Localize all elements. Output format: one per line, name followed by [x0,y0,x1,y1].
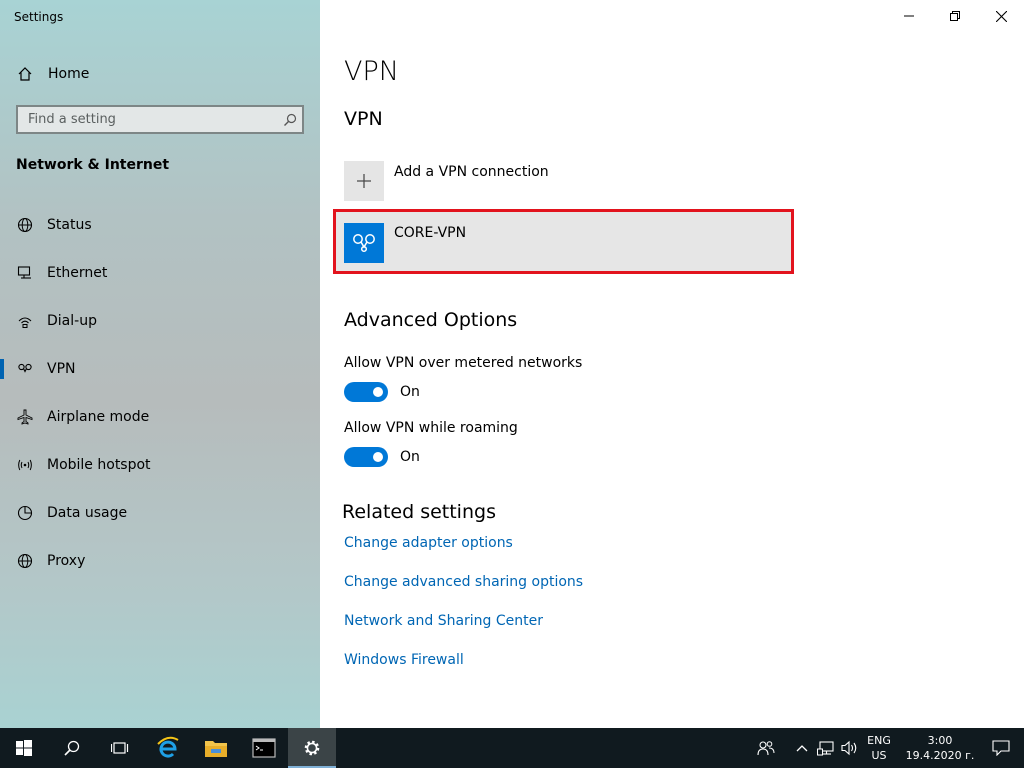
command-prompt-button[interactable] [240,728,288,768]
minimize-button[interactable] [886,0,932,32]
command-prompt-icon [252,738,276,758]
page-title: VPN [344,56,399,87]
taskbar-search-button[interactable] [48,728,96,768]
restore-icon [950,11,960,21]
vpn-connection-core-vpn[interactable]: CORE-VPN [333,209,794,274]
metered-toggle[interactable]: On [344,382,420,402]
language-code: ENG [867,734,891,747]
start-button[interactable] [0,728,48,768]
restore-button[interactable] [932,0,978,32]
settings-taskbar-button[interactable] [288,728,336,768]
sidebar-item-ethernet[interactable]: Ethernet [0,249,320,297]
network-icon [817,741,834,756]
globe-icon [16,216,34,234]
action-center-button[interactable] [978,728,1024,768]
search-icon [64,740,80,756]
clock-time: 3:00 [927,734,953,747]
main-content: VPN VPN Add a VPN connection CORE-VPN Ad… [320,0,1024,728]
notification-icon [992,740,1010,756]
task-view-button[interactable] [96,728,144,768]
sidebar-item-status[interactable]: Status [0,201,320,249]
sidebar-item-dial-up[interactable]: Dial-up [0,297,320,345]
vpn-icon [16,360,34,378]
sidebar-item-proxy[interactable]: Proxy [0,537,320,585]
start-icon [16,740,32,756]
window-controls [886,0,1024,32]
vpn-connection-name: CORE-VPN [394,225,467,241]
app-title: Settings [14,10,64,24]
windows-firewall-link[interactable]: Windows Firewall [344,652,464,668]
close-icon [995,10,1007,22]
toggle-state: On [400,449,420,465]
plus-icon [344,161,384,201]
related-settings-heading: Related settings [342,501,496,523]
advanced-options-heading: Advanced Options [344,309,518,331]
change-adapter-options-link[interactable]: Change adapter options [344,535,513,551]
network-tray-button[interactable] [814,728,838,768]
sidebar-item-label: Mobile hotspot [47,457,151,473]
home-label: Home [48,66,90,82]
clock[interactable]: 3:00 19.4.2020 г. [902,733,978,763]
globe-icon [16,552,34,570]
hotspot-icon [16,456,34,474]
settings-icon [304,740,320,756]
file-explorer-button[interactable] [192,728,240,768]
change-advanced-sharing-link[interactable]: Change advanced sharing options [344,574,583,590]
search-input[interactable] [18,107,278,132]
sidebar-item-airplane-mode[interactable]: Airplane mode [0,393,320,441]
people-icon [757,741,775,756]
sidebar-item-label: Ethernet [47,265,108,281]
ethernet-icon [16,264,34,282]
data-usage-icon [16,504,34,522]
sidebar-item-data-usage[interactable]: Data usage [0,489,320,537]
nav-list: Status Ethernet Dial-up VPN Airplane mod… [0,201,320,585]
system-tray: ENG US 3:00 19.4.2020 г. [754,728,1024,768]
dialup-icon [16,312,34,330]
sidebar-item-label: VPN [47,361,76,377]
metered-option-label: Allow VPN over metered networks [344,355,583,371]
roaming-toggle[interactable]: On [344,447,420,467]
roaming-option-label: Allow VPN while roaming [344,420,518,436]
file-explorer-icon [205,741,227,757]
sidebar: Settings Home Network & Internet Status … [0,0,320,728]
airplane-icon [16,408,34,426]
show-hidden-icons-button[interactable] [790,728,814,768]
vpn-connection-icon [344,223,384,263]
add-vpn-button[interactable]: Add a VPN connection [344,161,549,201]
people-button[interactable] [754,728,778,768]
add-vpn-label: Add a VPN connection [394,164,549,180]
sidebar-item-mobile-hotspot[interactable]: Mobile hotspot [0,441,320,489]
language-region: US [871,749,887,762]
section-heading: Network & Internet [16,157,170,173]
taskbar: ENG US 3:00 19.4.2020 г. [0,728,1024,768]
close-button[interactable] [978,0,1024,32]
sidebar-item-vpn[interactable]: VPN [0,345,320,393]
volume-tray-button[interactable] [838,728,862,768]
internet-explorer-button[interactable] [144,728,192,768]
internet-explorer-icon [157,736,179,758]
chevron-up-icon [796,745,808,752]
toggle-state: On [400,384,420,400]
sidebar-item-label: Airplane mode [47,409,150,425]
vpn-heading: VPN [344,108,383,130]
network-sharing-center-link[interactable]: Network and Sharing Center [344,613,543,629]
volume-icon [841,740,857,756]
search-icon[interactable] [278,108,302,132]
input-language-indicator[interactable]: ENG US [862,733,896,763]
search-box[interactable] [16,105,304,134]
toggle-switch[interactable] [344,447,388,467]
home-nav-item[interactable]: Home [16,63,89,85]
home-icon [16,65,34,83]
task-view-icon [111,742,129,754]
sidebar-item-label: Proxy [47,553,86,569]
clock-date: 19.4.2020 г. [905,749,975,762]
sidebar-item-label: Status [47,217,92,233]
minimize-icon [904,15,914,17]
toggle-switch[interactable] [344,382,388,402]
sidebar-item-label: Data usage [47,505,128,521]
sidebar-item-label: Dial-up [47,313,97,329]
